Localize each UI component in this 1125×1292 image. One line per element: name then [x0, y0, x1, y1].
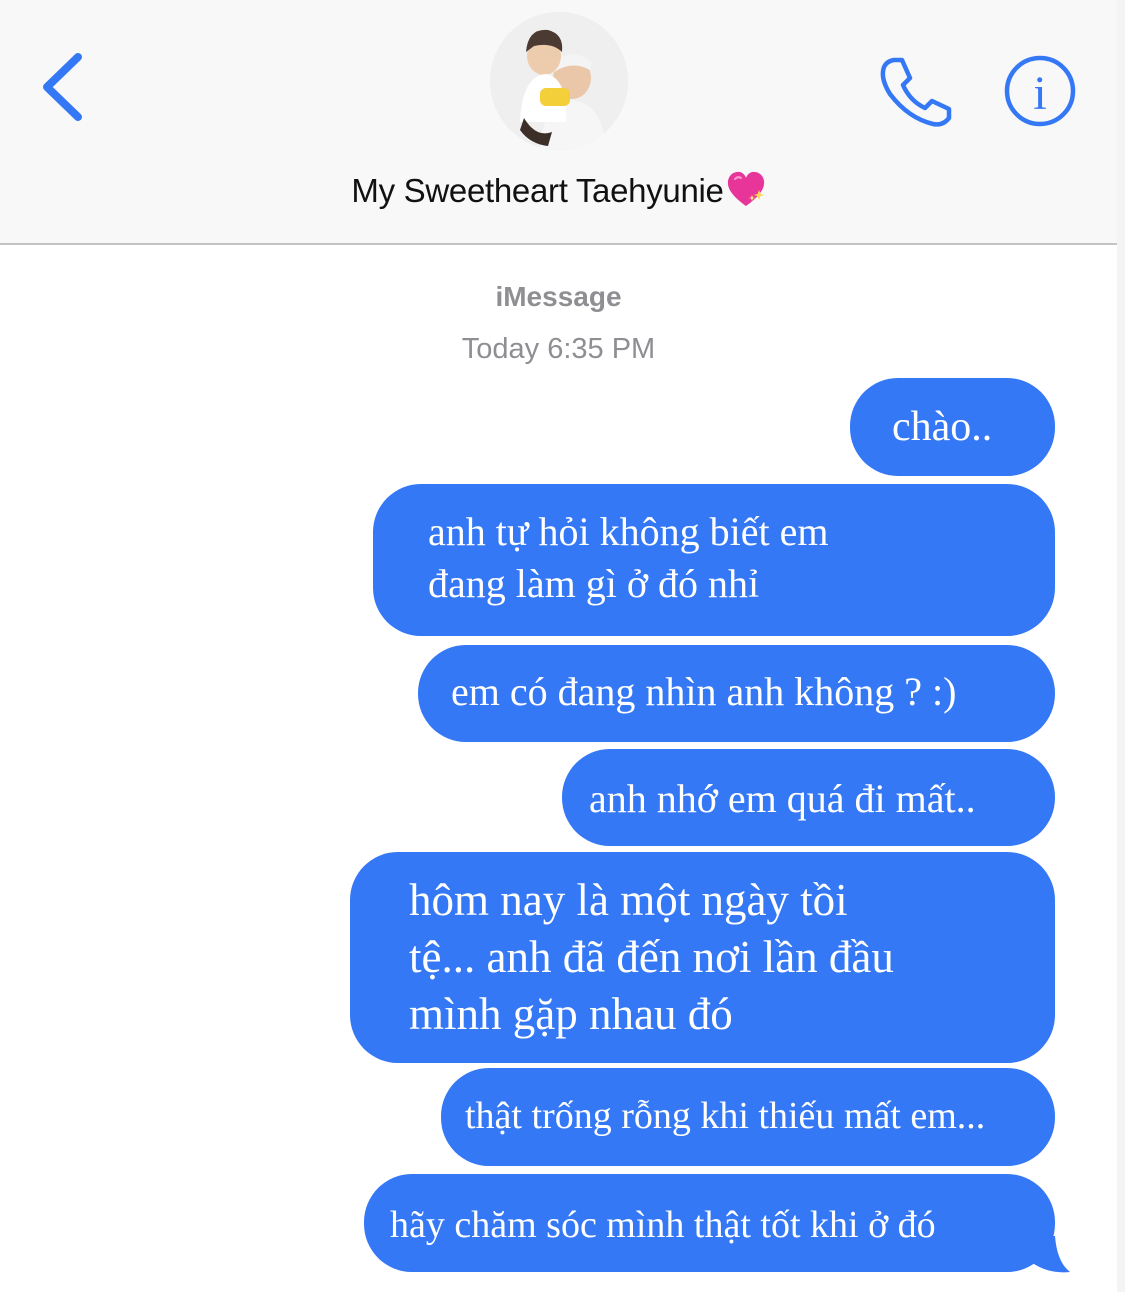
phone-icon — [880, 57, 952, 127]
service-label: iMessage — [495, 281, 622, 312]
chevron-left-icon — [43, 53, 82, 121]
svg-text:i: i — [1033, 67, 1046, 120]
contact-name: My Sweetheart Taehyunie — [351, 172, 724, 209]
contact-avatar[interactable] — [490, 12, 628, 150]
message-bubble[interactable]: anh nhớ em quá đi mất.. — [562, 749, 1055, 846]
info-button[interactable]: i — [1000, 54, 1080, 134]
message-timestamp: Today 6:35 PM — [461, 333, 656, 365]
contact-name-row[interactable]: My Sweetheart Taehyunie — [0, 170, 1117, 216]
message-bubble[interactable]: em có đang nhìn anh không ? :) — [418, 645, 1055, 742]
bubble-tail — [1030, 1236, 1070, 1273]
right-edge-strip — [1117, 0, 1125, 1292]
message-bubble[interactable]: chào.. — [850, 378, 1055, 476]
message-bubble[interactable]: hôm nay là một ngày tồi tệ... anh đã đến… — [350, 852, 1055, 1063]
back-button[interactable] — [30, 42, 100, 132]
message-bubble[interactable]: thật trống rỗng khi thiếu mất em... — [441, 1068, 1055, 1166]
avatar-photo — [490, 12, 628, 150]
call-button[interactable] — [872, 52, 958, 132]
message-bubble[interactable]: hãy chăm sóc mình thật tốt khi ở đó — [364, 1174, 1055, 1272]
sparkling-heart-emoji — [726, 170, 766, 216]
message-bubble[interactable]: anh tự hỏi không biết em đang làm gì ở đ… — [373, 484, 1055, 636]
info-icon: i — [1004, 55, 1076, 127]
